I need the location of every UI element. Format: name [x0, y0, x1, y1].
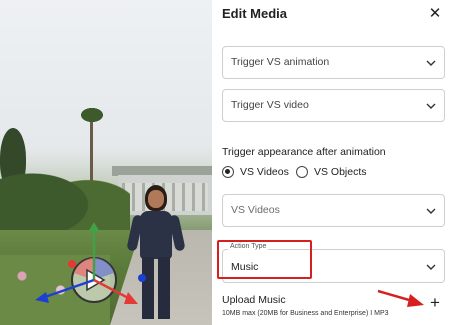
radio-label: VS Objects [314, 166, 367, 178]
panel-title: Edit Media [222, 6, 288, 21]
trigger-animation-select[interactable]: Trigger VS animation [222, 46, 445, 79]
avatar-face [148, 190, 164, 208]
plus-icon[interactable]: + [427, 294, 443, 311]
radio-vs-objects[interactable]: VS Objects [296, 164, 367, 180]
scene-viewport[interactable] [0, 0, 212, 325]
transform-gizmo[interactable] [32, 218, 152, 325]
select-value: Trigger VS video [231, 99, 309, 111]
action-type-legend: Action Type [228, 243, 269, 250]
action-type-select[interactable]: Music [222, 249, 445, 283]
action-type-value: Music [231, 261, 259, 273]
gizmo-z-arrow[interactable] [35, 292, 49, 303]
vs-target-select[interactable]: VS Videos [222, 194, 445, 227]
chevron-down-icon [426, 208, 436, 214]
chevron-down-icon [426, 264, 436, 270]
close-icon[interactable]: ✕ [427, 6, 443, 22]
gizmo-x-dot[interactable] [68, 260, 76, 268]
radio-unselected-icon [296, 166, 308, 178]
sky [0, 0, 212, 170]
radio-vs-videos[interactable]: VS Videos [222, 164, 289, 180]
chevron-down-icon [426, 103, 436, 109]
select-value: VS Videos [231, 204, 280, 216]
radio-selected-icon [222, 166, 234, 178]
annotation-arrow-icon [376, 288, 428, 310]
palm-leaves [78, 106, 106, 124]
gizmo-z-dot[interactable] [138, 274, 146, 282]
edit-media-panel: Edit Media ✕ Trigger VS animation Trigge… [212, 0, 452, 325]
avatar-leg-right [158, 257, 170, 319]
trigger-video-select[interactable]: Trigger VS video [222, 89, 445, 122]
gizmo-graphic [35, 222, 146, 304]
gizmo-y-arrow[interactable] [88, 222, 100, 232]
select-value: Trigger VS animation [231, 56, 330, 68]
chevron-down-icon [426, 60, 436, 66]
gizmo-x-arrow[interactable] [124, 292, 138, 304]
upload-music-hint: 10MB max (20MB for Business and Enterpri… [222, 310, 389, 317]
upload-music-title: Upload Music [222, 294, 286, 306]
radio-label: VS Videos [240, 166, 289, 178]
trigger-appearance-label: Trigger appearance after animation [222, 146, 386, 158]
